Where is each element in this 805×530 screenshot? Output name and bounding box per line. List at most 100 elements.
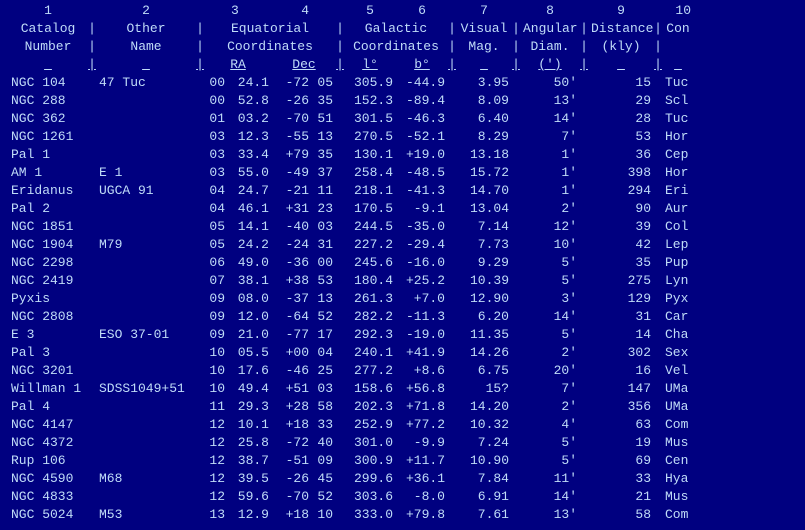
catalog-number: NGC 1851 xyxy=(8,218,88,236)
ra-hours: 09 xyxy=(204,326,228,344)
other-name xyxy=(96,398,196,416)
visual-mag: 6.20 xyxy=(456,308,512,326)
gal-b: +79.8 xyxy=(396,506,448,524)
other-name: ESO 37-01 xyxy=(96,326,196,344)
other-name: E 1 xyxy=(96,164,196,182)
table-body: NGC 104 47 Tuc 0024.1-7205 305.9-44.9 3.… xyxy=(8,74,797,524)
dec-min: 13 xyxy=(312,290,336,308)
ang-diam: 13' xyxy=(520,92,580,110)
constellation: Tuc xyxy=(662,74,694,92)
gal-l: 333.0 xyxy=(344,506,396,524)
catalog-number: AM 1 xyxy=(8,164,88,182)
dec-min: 58 xyxy=(312,398,336,416)
constellation: Vel xyxy=(662,362,694,380)
dec-min: 45 xyxy=(312,470,336,488)
catalog-number: NGC 2419 xyxy=(8,272,88,290)
table-row: Pal 3 1005.5+0004 240.1+41.9 14.26 2' 30… xyxy=(8,344,797,362)
gal-l: 300.9 xyxy=(344,452,396,470)
gal-l: 170.5 xyxy=(344,200,396,218)
hdr-galactic-2: Coordinates xyxy=(344,38,448,56)
ra-mins: 49.0 xyxy=(228,254,272,272)
gal-b: -29.4 xyxy=(396,236,448,254)
gal-l: 130.1 xyxy=(344,146,396,164)
gal-b: -9.1 xyxy=(396,200,448,218)
gal-b: +77.2 xyxy=(396,416,448,434)
ra-mins: 25.8 xyxy=(228,434,272,452)
other-name xyxy=(96,92,196,110)
gal-b: -46.3 xyxy=(396,110,448,128)
ra-hours: 12 xyxy=(204,416,228,434)
ra-hours: 12 xyxy=(204,434,228,452)
dec-deg: -46 xyxy=(272,362,312,380)
catalog-number: NGC 4372 xyxy=(8,434,88,452)
table-row: AM 1 E 1 0355.0-4937 258.4-48.5 15.72 1'… xyxy=(8,164,797,182)
dec-deg: -72 xyxy=(272,74,312,92)
ang-diam: 2' xyxy=(520,344,580,362)
dec-min: 05 xyxy=(312,74,336,92)
visual-mag: 15.72 xyxy=(456,164,512,182)
table-row: NGC 4590 M68 1239.5-2645 299.6+36.1 7.84… xyxy=(8,470,797,488)
dec-min: 31 xyxy=(312,236,336,254)
gal-l: 299.6 xyxy=(344,470,396,488)
ang-diam: 5' xyxy=(520,326,580,344)
dec-deg: -21 xyxy=(272,182,312,200)
ra-hours: 09 xyxy=(204,290,228,308)
table-row: NGC 288 0052.8-2635 152.3-89.4 8.09 13' … xyxy=(8,92,797,110)
dec-deg: +18 xyxy=(272,416,312,434)
colnum-8: 8 xyxy=(520,2,580,20)
other-name xyxy=(96,488,196,506)
globular-clusters-table: 1 2 3 4 5 6 7 8 9 10 Catalog | Other | E… xyxy=(0,0,805,530)
gal-b: +19.0 xyxy=(396,146,448,164)
distance: 42 xyxy=(588,236,654,254)
ra-hours: 10 xyxy=(204,380,228,398)
table-row: NGC 2298 0649.0-3600 245.6-16.0 9.29 5' … xyxy=(8,254,797,272)
visual-mag: 11.35 xyxy=(456,326,512,344)
catalog-number: NGC 3201 xyxy=(8,362,88,380)
ra-hours: 00 xyxy=(204,92,228,110)
ang-diam: 1' xyxy=(520,146,580,164)
ang-diam: 2' xyxy=(520,200,580,218)
visual-mag: 13.18 xyxy=(456,146,512,164)
constellation: Lyn xyxy=(662,272,694,290)
dec-min: 17 xyxy=(312,326,336,344)
ra-hours: 10 xyxy=(204,362,228,380)
hdr-b: b° xyxy=(396,56,448,74)
ra-mins: 05.5 xyxy=(228,344,272,362)
ra-hours: 03 xyxy=(204,128,228,146)
colnum-6: 6 xyxy=(396,2,448,20)
constellation: Cen xyxy=(662,452,694,470)
hdr-equatorial-2: Coordinates xyxy=(204,38,336,56)
hdr-vmag: Visual xyxy=(456,20,512,38)
dec-deg: +38 xyxy=(272,272,312,290)
ang-diam: 7' xyxy=(520,128,580,146)
catalog-number: Pal 1 xyxy=(8,146,88,164)
dec-min: 13 xyxy=(312,128,336,146)
gal-b: +71.8 xyxy=(396,398,448,416)
dec-min: 52 xyxy=(312,308,336,326)
dec-min: 35 xyxy=(312,146,336,164)
ang-diam: 50' xyxy=(520,74,580,92)
visual-mag: 7.61 xyxy=(456,506,512,524)
gal-l: 282.2 xyxy=(344,308,396,326)
catalog-number: NGC 4833 xyxy=(8,488,88,506)
other-name xyxy=(96,128,196,146)
visual-mag: 10.90 xyxy=(456,452,512,470)
gal-l: 152.3 xyxy=(344,92,396,110)
ang-diam: 12' xyxy=(520,218,580,236)
ang-diam: 13' xyxy=(520,506,580,524)
other-name: M79 xyxy=(96,236,196,254)
other-name xyxy=(96,308,196,326)
other-name xyxy=(96,416,196,434)
gal-l: 301.0 xyxy=(344,434,396,452)
gal-l: 277.2 xyxy=(344,362,396,380)
table-row: NGC 3201 1017.6-4625 277.2+8.6 6.75 20' … xyxy=(8,362,797,380)
table-row: NGC 4833 1259.6-7052 303.6-8.0 6.91 14' … xyxy=(8,488,797,506)
distance: 19 xyxy=(588,434,654,452)
distance: 294 xyxy=(588,182,654,200)
dec-deg: -40 xyxy=(272,218,312,236)
visual-mag: 7.73 xyxy=(456,236,512,254)
catalog-number: NGC 4147 xyxy=(8,416,88,434)
ang-diam: 10' xyxy=(520,236,580,254)
visual-mag: 6.40 xyxy=(456,110,512,128)
distance: 31 xyxy=(588,308,654,326)
